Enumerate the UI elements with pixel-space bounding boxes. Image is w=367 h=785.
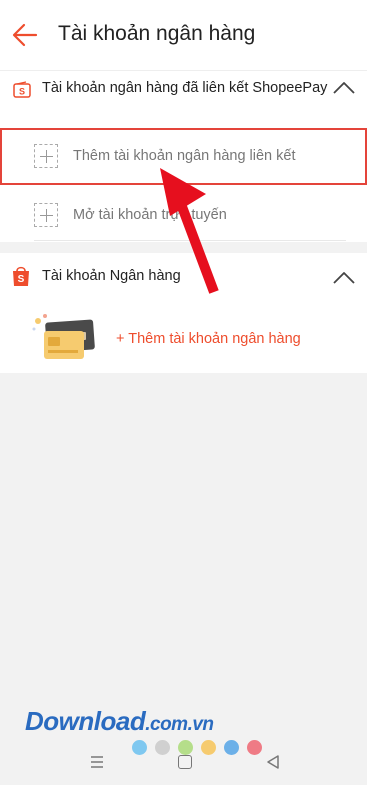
linked-accounts-title: Tài khoản ngân hàng đã liên kết ShopeePa… [42, 80, 328, 96]
shopeepay-icon: S [13, 81, 31, 98]
watermark-main: Download [25, 706, 146, 736]
add-bank-account-link[interactable]: + Thêm tài khoản ngân hàng [116, 331, 301, 347]
svg-text:S: S [19, 87, 25, 97]
menu-icon[interactable] [89, 755, 105, 769]
shopee-bag-icon: S [13, 266, 29, 286]
plus-icon [34, 203, 58, 227]
arrow-left-icon[interactable] [11, 20, 39, 50]
watermark-suffix: .com.vn [145, 714, 214, 735]
chevron-up-icon[interactable] [332, 269, 356, 285]
triangle-back-icon[interactable] [266, 754, 280, 770]
chevron-up-icon[interactable] [332, 79, 356, 95]
linked-accounts-header[interactable]: S Tài khoản ngân hàng đã liên kết Shopee… [0, 71, 367, 107]
app-header: Tài khoản ngân hàng [0, 0, 367, 70]
page-title: Tài khoản ngân hàng [58, 22, 256, 45]
bank-card-illustration [32, 314, 95, 359]
system-nav-bar [0, 745, 367, 785]
home-icon[interactable] [178, 755, 192, 769]
watermark: Download.com.vn [25, 706, 214, 737]
svg-text:S: S [18, 274, 25, 285]
annotation-arrow [160, 168, 219, 294]
